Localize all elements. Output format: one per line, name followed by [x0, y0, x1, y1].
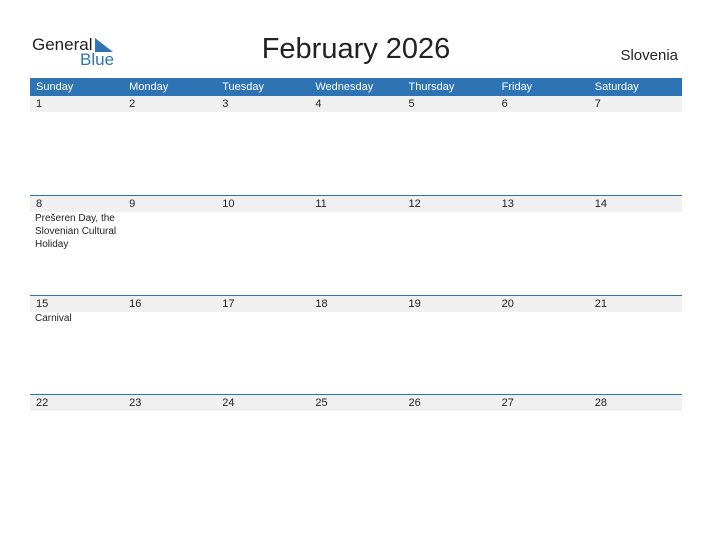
calendar-week: 22 23 24 25 26 27 28 — [30, 394, 682, 494]
day-number: 25 — [315, 397, 328, 409]
day-number: 27 — [501, 397, 514, 409]
holiday-event — [403, 212, 496, 251]
holiday-event — [216, 312, 309, 325]
holiday-event: Carnival — [35, 313, 72, 324]
day-number: 18 — [315, 298, 328, 310]
holiday-event — [589, 312, 682, 325]
day-number: 21 — [594, 298, 607, 310]
day-number: 7 — [594, 98, 601, 110]
day-number: 22 — [36, 397, 49, 409]
weekday-sunday: Sunday — [36, 81, 74, 93]
day-number: 11 — [315, 198, 327, 210]
day-number: 12 — [408, 198, 421, 210]
day-number: 10 — [222, 198, 235, 210]
weekday-thursday: Thursday — [408, 81, 455, 93]
day-number: 15 — [36, 298, 49, 310]
day-number: 8 — [36, 198, 43, 210]
events-row: Carnival — [30, 312, 682, 325]
weekday-tuesday: Tuesday — [222, 81, 265, 93]
events-row: Prešeren Day, the Slovenian Cultural Hol… — [30, 212, 682, 251]
calendar-week: 1 2 3 4 5 6 7 — [30, 96, 682, 195]
day-number: 3 — [222, 98, 229, 110]
day-number: 6 — [501, 98, 508, 110]
day-number: 14 — [594, 198, 607, 210]
day-number: 9 — [129, 198, 136, 210]
holiday-event — [589, 212, 682, 251]
day-number-bar: 8 9 10 11 12 13 14 — [30, 196, 682, 212]
weekday-friday: Friday — [501, 81, 533, 93]
day-number-bar: 15 16 17 18 19 20 21 — [30, 296, 682, 312]
page-title: February 2026 — [261, 33, 451, 65]
holiday-event — [309, 212, 402, 251]
holiday-event — [496, 312, 589, 325]
holiday-event: Prešeren Day, the Slovenian Cultural Hol… — [35, 213, 117, 250]
weekday-saturday: Saturday — [594, 81, 639, 93]
day-number-bar: 1 2 3 4 5 6 7 — [30, 96, 682, 112]
day-number: 16 — [129, 298, 142, 310]
day-number: 24 — [222, 397, 235, 409]
calendar-week: 8 9 10 11 12 13 14 Prešeren Day, the Slovenian … — [30, 195, 682, 295]
weekday-monday: Monday — [129, 81, 169, 93]
day-number: 1 — [36, 98, 43, 110]
holiday-event — [309, 312, 402, 325]
day-number: 19 — [408, 298, 421, 310]
day-number: 2 — [129, 98, 136, 110]
holiday-event — [123, 212, 216, 251]
day-number: 20 — [501, 298, 514, 310]
holiday-event — [216, 212, 309, 251]
calendar-week: 15 16 17 18 19 20 21 Carnival — [30, 295, 682, 395]
day-number: 4 — [315, 98, 322, 110]
day-number: 26 — [408, 397, 421, 409]
holiday-event — [403, 312, 496, 325]
day-number: 28 — [594, 397, 607, 409]
holiday-event — [496, 212, 589, 251]
holiday-event — [123, 312, 216, 325]
country-label: Slovenia — [620, 47, 678, 64]
day-number: 23 — [129, 397, 142, 409]
weekday-header: Sunday Monday Tuesday Wednesday Thursday… — [30, 78, 682, 96]
day-number: 5 — [408, 98, 415, 110]
day-number-bar: 22 23 24 25 26 27 28 — [30, 395, 682, 411]
weekday-wednesday: Wednesday — [315, 81, 374, 93]
day-number: 17 — [222, 298, 235, 310]
day-number: 13 — [501, 198, 514, 210]
